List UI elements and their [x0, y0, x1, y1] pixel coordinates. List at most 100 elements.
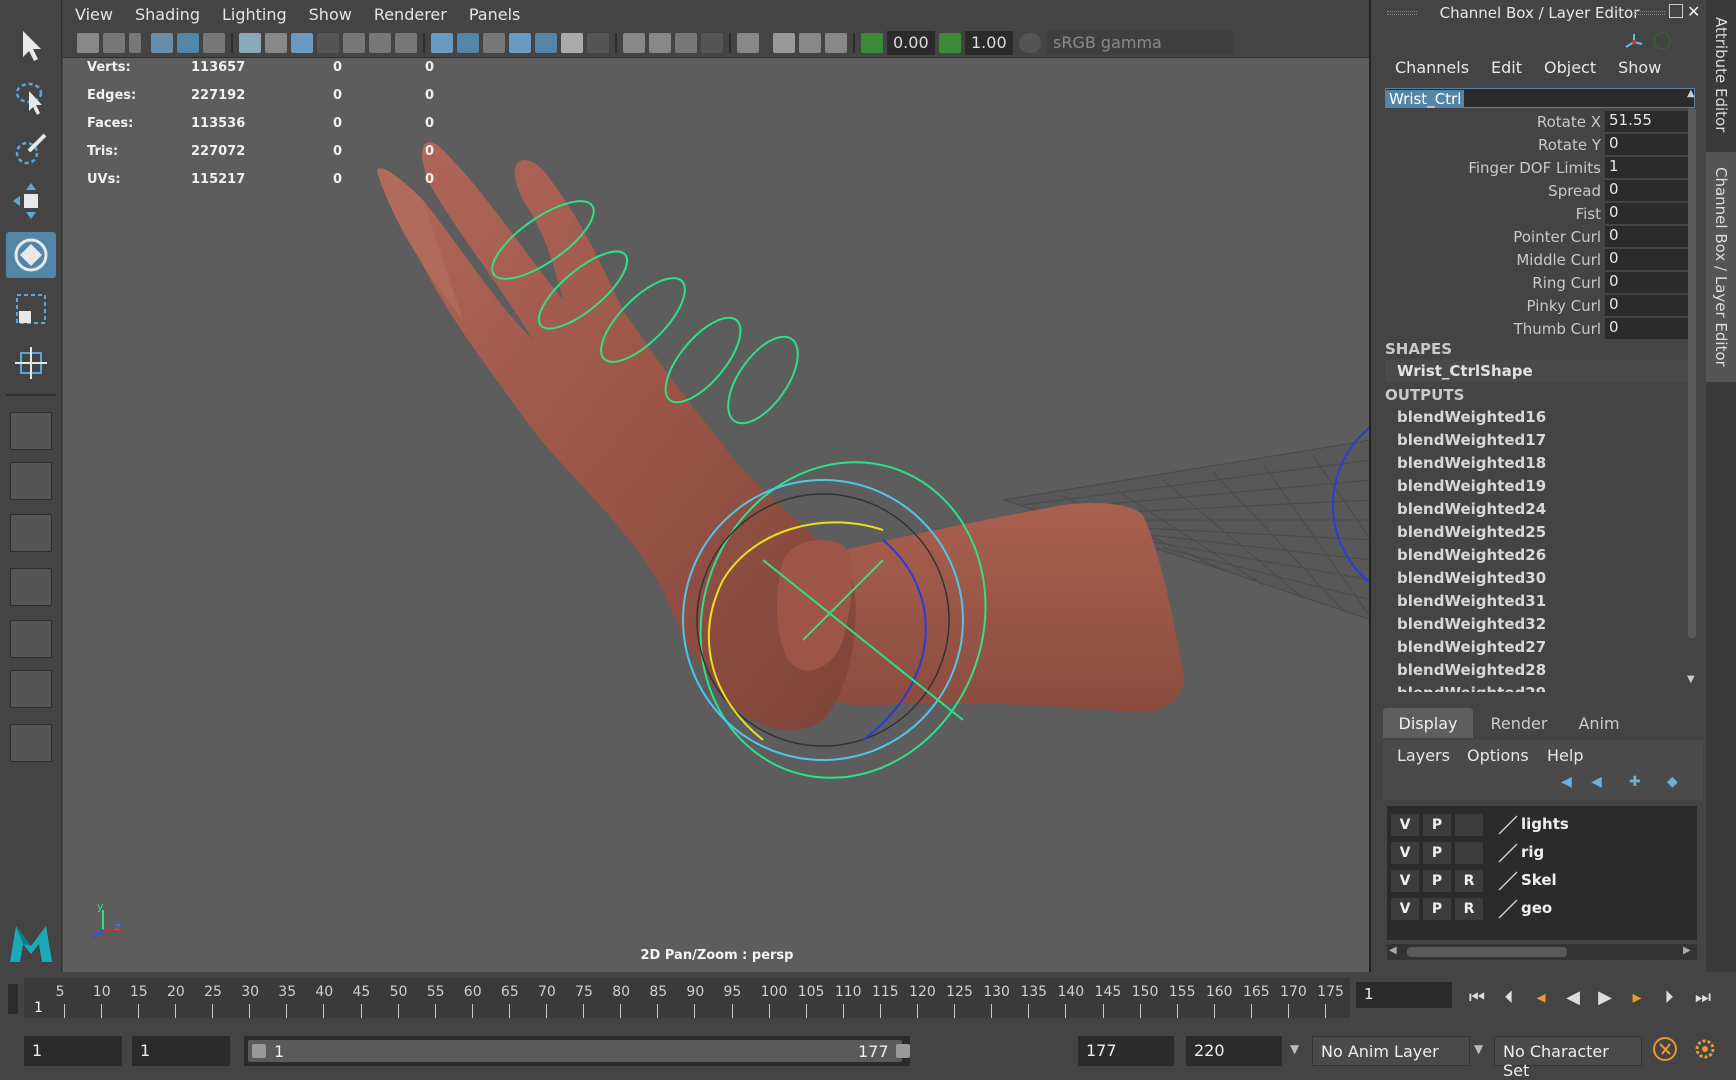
grid-icon[interactable]: [239, 33, 261, 53]
animation-preferences-icon[interactable]: [1690, 1034, 1720, 1064]
move-layer-up-icon[interactable]: ◀: [1561, 774, 1572, 790]
2d-pan-zoom-icon[interactable]: [177, 33, 199, 53]
exposure-icon[interactable]: [861, 33, 883, 53]
more-layouts-button[interactable]: [10, 724, 52, 762]
safe-title-icon[interactable]: [395, 33, 417, 53]
layer-color-icon[interactable]: [1497, 870, 1519, 892]
screen-space-ao-icon[interactable]: [623, 33, 645, 53]
menu-options[interactable]: Options: [1467, 746, 1529, 765]
output-node[interactable]: blendWeighted26: [1397, 546, 1546, 564]
animation-start-field[interactable]: 1: [24, 1036, 122, 1066]
scale-tool-icon[interactable]: [6, 286, 56, 332]
universal-manipulator-icon[interactable]: [6, 340, 56, 386]
tab-display[interactable]: Display: [1383, 708, 1473, 738]
output-node[interactable]: blendWeighted19: [1397, 477, 1546, 495]
current-time-marker[interactable]: [8, 984, 18, 1014]
menu-panels[interactable]: Panels: [469, 5, 521, 24]
output-node[interactable]: blendWeighted28: [1397, 661, 1546, 679]
wireframe-icon[interactable]: [431, 33, 453, 53]
resolution-gate-icon[interactable]: [291, 33, 313, 53]
playback-start-field[interactable]: 1: [132, 1036, 230, 1066]
tab-anim[interactable]: Anim: [1563, 708, 1635, 738]
graph-editor-layout-icon[interactable]: [10, 568, 52, 606]
hypershade-layout-icon[interactable]: [10, 620, 52, 658]
paint-select-tool-icon[interactable]: [6, 126, 56, 172]
layer-row[interactable]: V P rig: [1391, 840, 1691, 866]
smooth-shade-icon[interactable]: [457, 33, 479, 53]
scroll-left-icon[interactable]: ◀: [1389, 945, 1397, 956]
tab-render[interactable]: Render: [1479, 708, 1559, 738]
depth-of-field-icon[interactable]: [701, 33, 723, 53]
multisample-aa-icon[interactable]: [675, 33, 697, 53]
layer-color-icon[interactable]: [1497, 814, 1519, 836]
scroll-down-icon[interactable]: ▼: [1687, 674, 1695, 685]
shadows-icon[interactable]: [587, 33, 609, 53]
new-empty-layer-icon[interactable]: ✚: [1629, 774, 1641, 790]
visibility-toggle[interactable]: V: [1391, 898, 1419, 920]
playback-end-field[interactable]: 177: [1078, 1036, 1174, 1066]
go-to-start-icon[interactable]: ⏮: [1464, 984, 1490, 1010]
bookmarks-icon[interactable]: [129, 33, 141, 53]
menu-help[interactable]: Help: [1547, 746, 1583, 765]
range-slider-track[interactable]: 1 177: [248, 1040, 910, 1062]
new-layer-from-selection-icon[interactable]: ◆: [1667, 774, 1678, 790]
select-camera-icon[interactable]: [77, 33, 99, 53]
use-all-lights-icon[interactable]: [561, 33, 583, 53]
output-node[interactable]: blendWeighted17: [1397, 431, 1546, 449]
display-type-toggle[interactable]: [1455, 842, 1483, 864]
output-node[interactable]: blendWeighted27: [1397, 638, 1546, 656]
layer-name[interactable]: lights: [1521, 815, 1569, 833]
outliner-persp-layout-icon[interactable]: [10, 514, 52, 552]
wireframe-on-shaded-icon[interactable]: [509, 33, 531, 53]
gate-mask-icon[interactable]: [317, 33, 339, 53]
exposure-field[interactable]: 0.00: [887, 31, 935, 55]
output-node[interactable]: blendWeighted25: [1397, 523, 1546, 541]
menu-shading[interactable]: Shading: [135, 5, 200, 24]
go-to-end-icon[interactable]: ⏭: [1690, 984, 1716, 1010]
grease-pencil-icon[interactable]: [203, 33, 225, 53]
playback-toggle[interactable]: P: [1423, 814, 1451, 836]
visibility-toggle[interactable]: V: [1391, 842, 1419, 864]
camera-attributes-icon[interactable]: [103, 33, 125, 53]
play-backwards-icon[interactable]: ◀: [1560, 984, 1586, 1010]
tab-attribute-editor[interactable]: Attribute Editor: [1706, 10, 1736, 140]
anim-layer-dropdown[interactable]: No Anim Layer: [1312, 1036, 1470, 1066]
layer-name[interactable]: Skel: [1521, 871, 1557, 889]
playback-toggle[interactable]: P: [1423, 898, 1451, 920]
film-gate-icon[interactable]: [265, 33, 287, 53]
layer-row[interactable]: V P R Skel: [1391, 868, 1691, 894]
output-node[interactable]: blendWeighted24: [1397, 500, 1546, 518]
xray-joints-icon[interactable]: [825, 33, 847, 53]
timeline-track[interactable]: 5 10 15 20 25 30 35 40 45 50 55 60 65 70 75 80 85 90 95 100…: [24, 978, 1350, 1018]
step-back-key-icon[interactable]: ⏴: [1496, 984, 1522, 1010]
step-forward-frame-icon[interactable]: ▸: [1624, 984, 1650, 1010]
move-layer-down-icon[interactable]: ◀: [1591, 774, 1602, 790]
anim-layer-arrow-icon[interactable]: ▼: [1290, 1042, 1299, 1056]
range-start-handle[interactable]: [252, 1044, 266, 1058]
use-default-material-icon[interactable]: [483, 33, 505, 53]
output-node[interactable]: blendWeighted16: [1397, 408, 1546, 426]
rotate-tool-icon[interactable]: [6, 232, 56, 278]
channel-box-scrollbar[interactable]: ▲ ▼: [1687, 88, 1697, 688]
gamma-icon[interactable]: [939, 33, 961, 53]
output-node[interactable]: blendWeighted29: [1397, 684, 1546, 692]
xray-active-components-icon[interactable]: [799, 33, 821, 53]
move-tool-icon[interactable]: [6, 178, 56, 224]
field-chart-icon[interactable]: [343, 33, 365, 53]
menu-layers[interactable]: Layers: [1397, 746, 1450, 765]
hscroll-thumb[interactable]: [1407, 947, 1567, 957]
display-type-toggle[interactable]: R: [1455, 870, 1483, 892]
safe-action-icon[interactable]: [369, 33, 391, 53]
step-back-frame-icon[interactable]: ◂: [1528, 984, 1554, 1010]
visibility-toggle[interactable]: V: [1391, 870, 1419, 892]
scroll-right-icon[interactable]: ▶: [1683, 945, 1691, 956]
playback-toggle[interactable]: P: [1423, 870, 1451, 892]
menu-renderer[interactable]: Renderer: [374, 5, 447, 24]
layer-list-hscrollbar[interactable]: ◀ ▶: [1387, 944, 1697, 960]
display-type-toggle[interactable]: R: [1455, 898, 1483, 920]
step-forward-key-icon[interactable]: ⏵: [1656, 984, 1682, 1010]
menu-show[interactable]: Show: [309, 5, 352, 24]
tab-channel-box[interactable]: Channel Box / Layer Editor: [1706, 152, 1736, 382]
output-node[interactable]: blendWeighted18: [1397, 454, 1546, 472]
layer-row[interactable]: V P R geo: [1391, 896, 1691, 922]
